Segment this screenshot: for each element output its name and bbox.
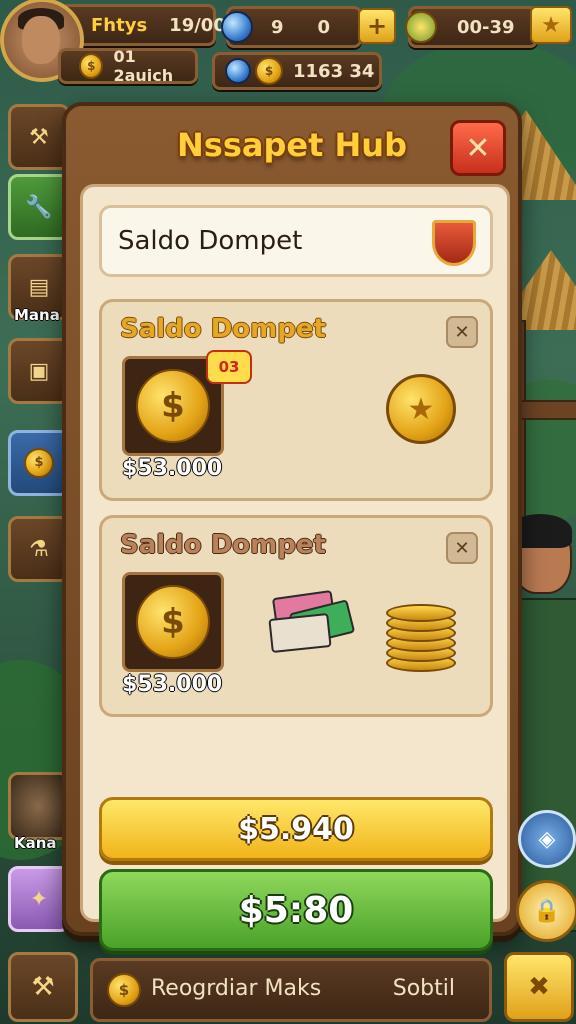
bottom-right-button[interactable]: ✖ xyxy=(504,952,574,1022)
side-button-gift[interactable]: ✦ xyxy=(8,866,70,932)
add-gems-button[interactable]: + xyxy=(358,8,396,44)
chest-icon: ▣ xyxy=(28,358,50,384)
wallet-header: Saldo Dompet xyxy=(99,205,493,277)
lock-icon: 🔒 xyxy=(533,898,561,924)
card-close-icon[interactable]: ✕ xyxy=(446,316,478,348)
player-name: Fhtys xyxy=(91,14,148,36)
lock-button[interactable]: 🔒 xyxy=(516,880,576,942)
hammer-icon: ⚒ xyxy=(31,972,55,1002)
wallet-header-label: Saldo Dompet xyxy=(118,226,303,256)
player-sub-pill: $ 01 2auich xyxy=(58,47,198,85)
coin-slot[interactable]: $ xyxy=(122,572,224,672)
center-value: 1163 34 xyxy=(293,60,375,82)
dollar-coin-icon: $ xyxy=(136,369,210,443)
bottom-bar: $ Reogrdiar Maks Sobtil xyxy=(90,958,492,1022)
ticket-icon: ▤ xyxy=(28,274,50,300)
coin-icon: $ xyxy=(107,973,141,1007)
buy-green-button[interactable]: $5:80 xyxy=(99,869,493,951)
coin-icon: $ xyxy=(24,448,54,478)
gift-icon: ✦ xyxy=(29,886,49,912)
side-label-mana: Mana xyxy=(14,306,60,324)
card-close-icon[interactable]: ✕ xyxy=(446,532,478,564)
side-button-coins[interactable]: $ xyxy=(8,430,70,496)
bottom-left-text[interactable]: Reogrdiar Maks xyxy=(151,976,321,1001)
wallet-card-1: Saldo Dompet ✕ $ 03 $53.000 ★ xyxy=(99,299,493,501)
bottom-right-text[interactable]: Sobtil xyxy=(393,976,455,1001)
player-sub-value: 01 2auich xyxy=(113,47,174,85)
timer-value: 00-39 xyxy=(457,16,515,38)
crossed-tools-icon: ✖ xyxy=(528,972,550,1002)
wallet-card-2: Saldo Dompet ✕ $ $53.000 xyxy=(99,515,493,717)
modal-content: Saldo Dompet Saldo Dompet ✕ $ 03 $53.000… xyxy=(80,184,510,951)
player-value: 19/00 xyxy=(169,14,226,36)
close-button[interactable]: ✕ xyxy=(450,120,506,176)
hammer-icon: ⚒ xyxy=(29,124,49,150)
gems-left: 9 xyxy=(271,16,284,38)
side-button-tool[interactable]: ⚒ xyxy=(8,104,70,170)
star-coin-icon[interactable]: ★ xyxy=(386,374,456,444)
buy-yellow-button[interactable]: $5.940 xyxy=(99,797,493,861)
dollar-coin-icon: $ xyxy=(136,585,210,659)
card-price: $53.000 xyxy=(122,672,223,697)
bottom-left-button[interactable]: ⚒ xyxy=(8,952,78,1022)
map-icon: ◈ xyxy=(538,826,556,852)
gems-pill: 9 0 xyxy=(221,6,362,48)
coin-icon: $ xyxy=(255,57,283,85)
center-pill: $ 1163 34 xyxy=(212,52,382,90)
coin-icon: $ xyxy=(79,53,104,79)
side-avatar-kana[interactable] xyxy=(8,772,70,840)
shield-icon xyxy=(432,220,476,266)
timer-pill: 00-39 xyxy=(405,6,538,48)
card-title: Saldo Dompet xyxy=(120,530,326,560)
gem-icon xyxy=(225,58,251,84)
cash-bundle-icon[interactable] xyxy=(268,588,356,654)
card-price: $53.000 xyxy=(122,456,223,481)
card-badge: 03 xyxy=(206,350,252,384)
side-button-build[interactable]: 🔧 xyxy=(8,174,70,240)
card-title: Saldo Dompet xyxy=(120,314,326,344)
gem-icon xyxy=(221,11,253,43)
side-button-chest[interactable]: ▣ xyxy=(8,338,70,404)
star-icon[interactable]: ★ xyxy=(530,6,572,44)
wallet-modal: Nssapet Hub ✕ Saldo Dompet Saldo Dompet … xyxy=(62,102,522,951)
map-button[interactable]: ◈ xyxy=(518,810,576,868)
potion-icon: ⚗ xyxy=(29,536,49,562)
gems-right: 0 xyxy=(317,16,331,38)
side-button-potion[interactable]: ⚗ xyxy=(8,516,70,582)
side-label-kana: Kana xyxy=(14,834,57,852)
sun-icon xyxy=(405,11,437,43)
wrench-icon: 🔧 xyxy=(25,194,53,220)
